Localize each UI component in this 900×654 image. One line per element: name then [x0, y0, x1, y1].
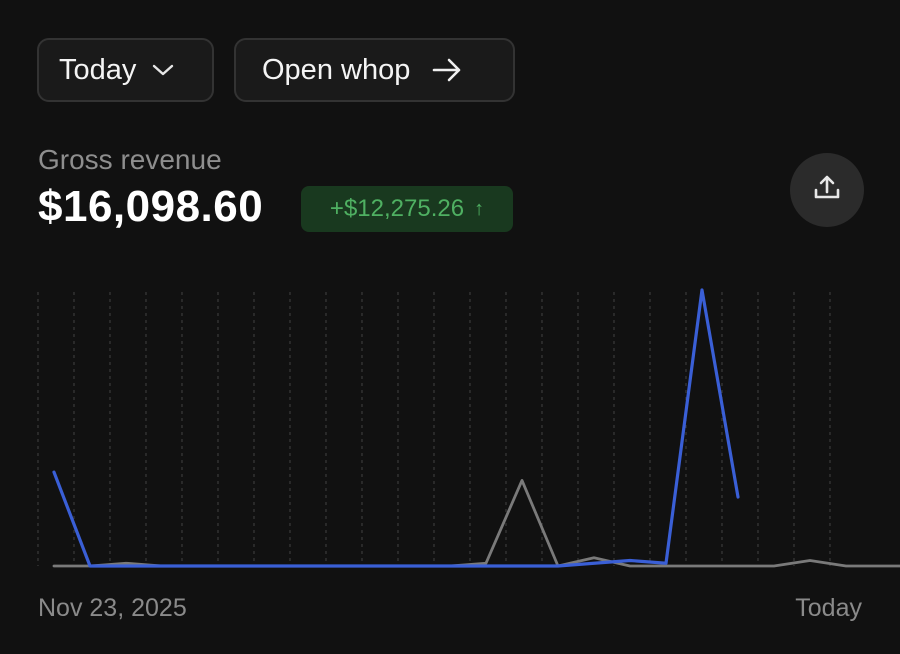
revenue-series-line: [52, 288, 740, 568]
x-axis-start-label: Nov 23, 2025: [38, 594, 187, 622]
comparison-series-line: [52, 479, 900, 568]
revenue-dashboard: Today Open whop Gross revenue $16,098.60…: [0, 0, 900, 654]
revenue-chart: [37, 288, 900, 568]
x-axis-end-label: Today: [795, 594, 862, 622]
